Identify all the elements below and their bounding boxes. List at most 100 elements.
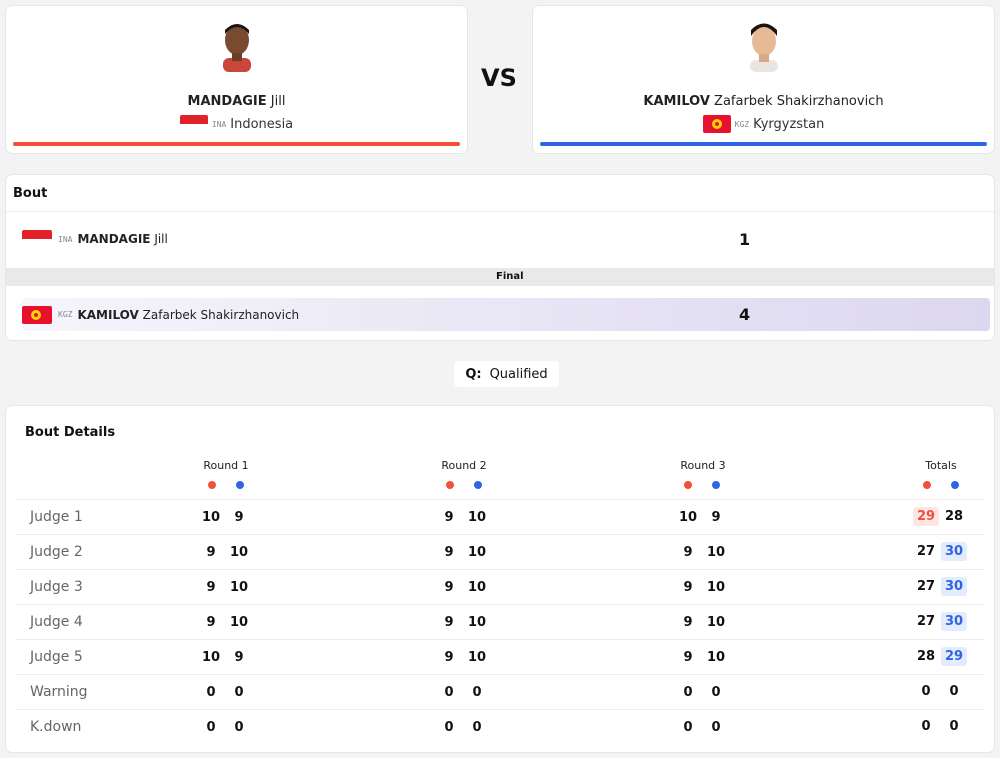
- blue-total: 30: [940, 612, 968, 631]
- blue-total: 28: [944, 509, 964, 524]
- column-header-totals: Totals: [925, 459, 957, 472]
- red-total: 29: [912, 507, 940, 526]
- first-name: Zafarbek Shakirzhanovich: [714, 94, 884, 109]
- red-dot-icon: [208, 481, 216, 489]
- table-row: Judge 5 10 9 9 10 9 10 28 29: [16, 639, 984, 674]
- blue-r1-score: 0: [234, 720, 244, 735]
- red-dot-icon: [684, 481, 692, 489]
- red-athlete-card[interactable]: MANDAGIE Jill INA Indonesia: [6, 6, 467, 153]
- red-total: 27: [916, 579, 936, 594]
- blue-dot-icon: [951, 481, 959, 489]
- red-r3-score: 10: [678, 510, 698, 525]
- column-header-round-1: Round 1: [203, 459, 249, 472]
- blue-r1-score: 10: [229, 580, 249, 595]
- red-r1-score: 9: [206, 545, 216, 560]
- blue-total: 0: [949, 684, 959, 699]
- first-name: Zafarbek Shakirzhanovich: [142, 307, 300, 322]
- red-total: 27: [916, 544, 936, 559]
- last-name: MANDAGIE: [77, 232, 151, 246]
- red-r3-score: 0: [683, 685, 693, 700]
- bout-details-title: Bout Details: [25, 425, 116, 440]
- blue-total: 29: [940, 647, 968, 666]
- first-name: Jill: [154, 232, 168, 246]
- blue-athlete-country: KGZ Kyrgyzstan: [533, 115, 994, 133]
- blue-r3-score: 10: [706, 580, 726, 595]
- bout-red-row[interactable]: INA MANDAGIE Jill 1: [6, 223, 994, 255]
- athlete-name: KAMILOV Zafarbek Shakirzhanovich: [77, 308, 299, 322]
- blue-total: 30: [940, 542, 968, 561]
- red-dot-icon: [923, 481, 931, 489]
- red-r2-score: 0: [444, 720, 454, 735]
- blue-total: 30: [940, 577, 968, 596]
- athlete-name: MANDAGIE Jill: [77, 232, 167, 246]
- blue-r2-score: 10: [467, 650, 487, 665]
- table-row: K.down 0 0 0 0 0 0 0 0: [16, 709, 984, 744]
- athlete-photo: [749, 23, 778, 72]
- red-r3-score: 9: [683, 650, 693, 665]
- bout-blue-row[interactable]: KGZ KAMILOV Zafarbek Shakirzhanovich 4: [22, 298, 990, 331]
- red-dot-icon: [446, 481, 454, 489]
- bout-title: Bout: [13, 186, 48, 201]
- last-name: MANDAGIE: [187, 94, 267, 109]
- bout-details-card: Bout Details Round 1 Round 2 Round 3 Tot…: [6, 406, 994, 752]
- red-r3-score: 9: [683, 580, 693, 595]
- blue-r1-score: 10: [229, 545, 249, 560]
- red-r2-score: 0: [444, 685, 454, 700]
- blue-athlete-card[interactable]: KAMILOV Zafarbek Shakirzhanovich KGZ Kyr…: [533, 6, 994, 153]
- last-name: KAMILOV: [77, 307, 139, 322]
- indonesia-flag-icon: [22, 230, 52, 248]
- divider: [6, 211, 994, 212]
- blue-r3-score: 10: [706, 615, 726, 630]
- table-row: Judge 1 10 9 9 10 10 9 29 28: [16, 499, 984, 534]
- blue-r3-score: 0: [711, 720, 721, 735]
- red-r2-score: 9: [444, 545, 454, 560]
- red-r2-score: 9: [444, 510, 454, 525]
- red-r1-score: 0: [206, 720, 216, 735]
- red-r2-score: 9: [444, 650, 454, 665]
- blue-score: 4: [739, 305, 751, 324]
- last-name: KAMILOV: [643, 94, 710, 109]
- blue-r2-score: 10: [467, 615, 487, 630]
- red-total: 0: [921, 684, 931, 699]
- blue-r2-score: 0: [472, 720, 482, 735]
- country-name: Indonesia: [230, 116, 294, 132]
- red-total: 28: [916, 649, 936, 664]
- qualified-text: Qualified: [489, 366, 548, 382]
- country-name: Kyrgyzstan: [753, 116, 825, 132]
- red-r1-score: 10: [201, 510, 221, 525]
- table-row: Judge 3 9 10 9 10 9 10 27 30: [16, 569, 984, 604]
- red-corner-bar: [13, 142, 460, 146]
- column-header-round-3: Round 3: [680, 459, 726, 472]
- row-label: Judge 4: [30, 614, 83, 630]
- row-label: Judge 5: [30, 649, 83, 665]
- row-label: Judge 2: [30, 544, 83, 560]
- blue-r2-score: 10: [467, 580, 487, 595]
- blue-total: 0: [949, 719, 959, 734]
- blue-r2-score: 10: [467, 545, 487, 560]
- red-athlete-country: INA Indonesia: [6, 115, 467, 133]
- blue-r1-score: 9: [234, 650, 244, 665]
- row-label: K.down: [30, 719, 82, 735]
- red-r1-score: 9: [206, 615, 216, 630]
- blue-r3-score: 9: [711, 510, 721, 525]
- qualified-badge: Q: Qualified: [454, 361, 559, 387]
- table-row: Judge 2 9 10 9 10 9 10 27 30: [16, 534, 984, 569]
- row-label: Warning: [30, 684, 88, 700]
- blue-r3-score: 10: [706, 545, 726, 560]
- vs-label: VS: [481, 64, 517, 92]
- red-r3-score: 9: [683, 615, 693, 630]
- blue-dot-icon: [474, 481, 482, 489]
- country-code: KGZ: [58, 310, 73, 319]
- blue-corner-bar: [540, 142, 987, 146]
- blue-r1-score: 0: [234, 685, 244, 700]
- blue-r2-score: 10: [467, 510, 487, 525]
- column-header-round-2: Round 2: [441, 459, 487, 472]
- red-r1-score: 0: [206, 685, 216, 700]
- country-code: KGZ: [734, 119, 750, 129]
- first-name: Jill: [270, 94, 286, 109]
- row-label: Judge 1: [30, 509, 83, 525]
- row-label: Judge 3: [30, 579, 83, 595]
- red-r3-score: 0: [683, 720, 693, 735]
- red-r1-score: 10: [201, 650, 221, 665]
- red-total: 0: [921, 719, 931, 734]
